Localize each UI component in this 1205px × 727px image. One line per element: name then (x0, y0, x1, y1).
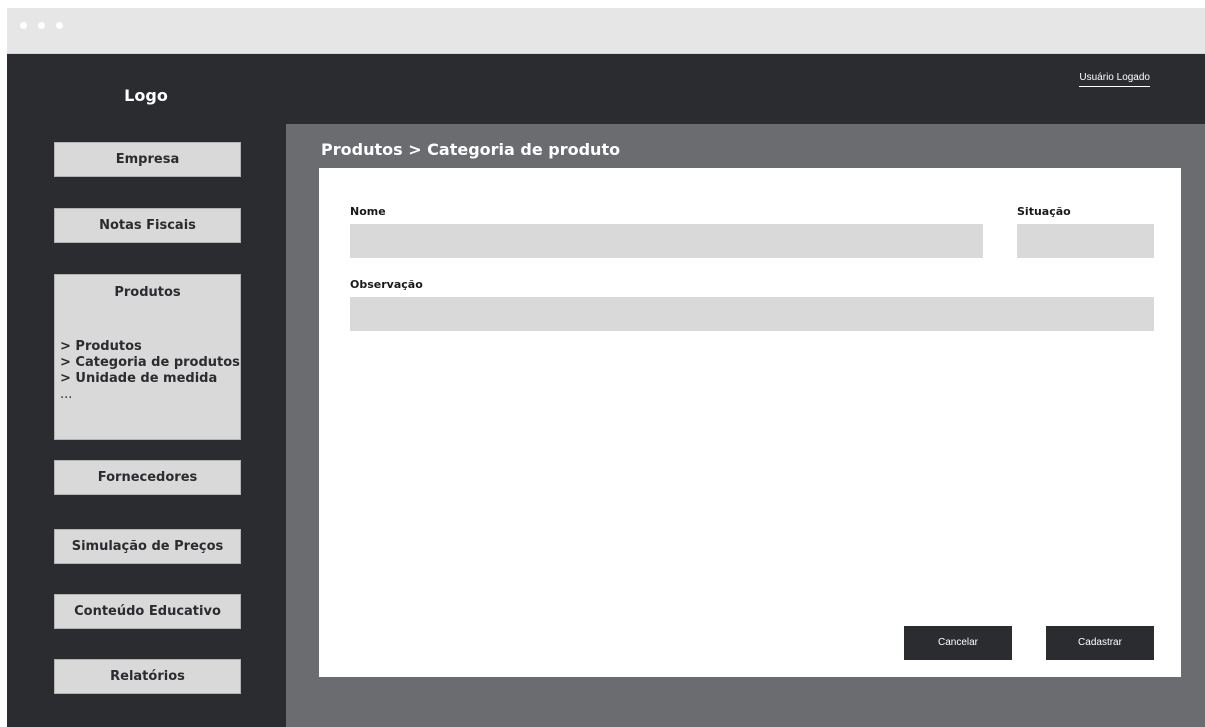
nav-notas-fiscais[interactable]: Notas Fiscais (54, 208, 241, 243)
form-panel: Nome Situação Observação Cancelar Cadast… (319, 168, 1181, 677)
observacao-input[interactable] (350, 297, 1154, 331)
window-maximize-dot[interactable] (56, 22, 63, 29)
main-content: Produtos > Categoria de produto Nome Sit… (286, 124, 1205, 727)
nav-empresa[interactable]: Empresa (54, 142, 241, 177)
submenu-categoria-de-produtos[interactable]: > Categoria de produtos (60, 355, 240, 371)
submenu-produtos[interactable]: > Produtos (60, 339, 240, 355)
nome-label: Nome (350, 205, 386, 218)
produtos-submenu: > Produtos > Categoria de produtos > Uni… (60, 339, 240, 403)
nav-fornecedores-label: Fornecedores (97, 470, 198, 485)
nav-simulacao-de-precos[interactable]: Simulação de Preços (54, 529, 241, 564)
window-titlebar (7, 8, 1205, 54)
submit-button[interactable]: Cadastrar (1046, 626, 1154, 660)
nav-empresa-label: Empresa (115, 152, 180, 167)
window-minimize-dot[interactable] (38, 22, 45, 29)
nav-conteudo-educativo[interactable]: Conteúdo Educativo (54, 594, 241, 629)
nav-simulacao-de-precos-label: Simulação de Preços (71, 539, 224, 554)
nav-fornecedores[interactable]: Fornecedores (54, 460, 241, 495)
nav-relatorios-label: Relatórios (110, 669, 185, 684)
breadcrumb: Produtos > Categoria de produto (321, 140, 621, 159)
app: Logo Usuário Logado Empresa Notas Fiscai… (7, 54, 1205, 727)
nav-conteudo-educativo-label: Conteúdo Educativo (74, 604, 221, 619)
logged-user-link[interactable]: Usuário Logado (1079, 72, 1150, 87)
window-close-dot[interactable] (20, 22, 27, 29)
cancel-button[interactable]: Cancelar (904, 626, 1012, 660)
submenu-unidade-de-medida[interactable]: > Unidade de medida (60, 371, 240, 387)
situacao-input[interactable] (1017, 224, 1154, 258)
submenu-more-ellipsis: ... (60, 387, 73, 402)
browser-window: Logo Usuário Logado Empresa Notas Fiscai… (7, 8, 1205, 727)
logo: Logo (124, 86, 168, 105)
nav-produtos[interactable]: Produtos (55, 275, 240, 301)
nome-input[interactable] (350, 224, 983, 258)
observacao-label: Observação (350, 278, 423, 291)
nav-produtos-group: Produtos > Produtos > Categoria de produ… (54, 274, 241, 440)
nav-relatorios[interactable]: Relatórios (54, 659, 241, 694)
situacao-label: Situação (1017, 205, 1071, 218)
nav-notas-fiscais-label: Notas Fiscais (99, 218, 196, 233)
